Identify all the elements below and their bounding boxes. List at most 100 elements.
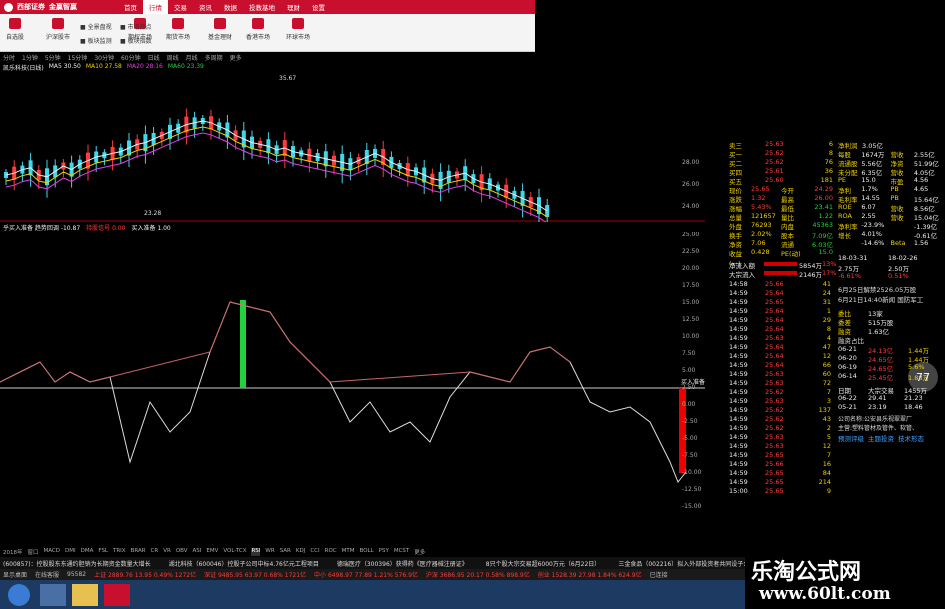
ob-label: 买五 [729, 178, 742, 186]
ind-tick: 0.00 [682, 401, 696, 408]
period-6[interactable]: 日线 [148, 53, 160, 62]
news-item[interactable]: 德瑞医疗（300396）获得药《医疗器械注册证》 [337, 559, 468, 568]
ind-tab-16[interactable]: SAR [280, 548, 291, 556]
period-4[interactable]: 30分钟 [94, 53, 114, 62]
ind-tab-17[interactable]: KDJ [296, 548, 305, 556]
period-selector: 分时 1分钟 5分钟 15分钟 30分钟 60分钟 日线 周线 月线 多周期 更多 [0, 53, 535, 62]
ind-tab-4[interactable]: DMA [81, 548, 94, 556]
block-date: 05-21 [838, 403, 857, 411]
nav-tab-7[interactable]: 设置 [306, 0, 331, 14]
nav-tab-5[interactable]: 投教基地 [243, 0, 281, 14]
ind-tick: 25.00 [682, 232, 699, 238]
period-8[interactable]: 月线 [186, 53, 198, 62]
ind-tab-18[interactable]: CCI [310, 548, 319, 556]
quote-stat-row: 收益(一) 0.428 PE(动) 15.0 [729, 248, 834, 268]
nav-tab-4[interactable]: 数据 [218, 0, 243, 14]
ind-tab-5[interactable]: FSL [98, 548, 108, 556]
period-1[interactable]: 1分钟 [22, 53, 38, 62]
toolbar-item-7[interactable]: 环球市场 [286, 18, 310, 50]
fin-row: 净利率 -23.9% -1.39亿 [838, 221, 943, 231]
ind-tab-1[interactable]: 窗口 [28, 548, 39, 556]
high-label: 35.67 [279, 75, 296, 82]
nav-tab-0[interactable]: 首页 [118, 0, 143, 14]
fin-cell: -0.61亿 [913, 232, 938, 240]
period-2[interactable]: 5分钟 [45, 53, 61, 62]
ind-tab-3[interactable]: DMI [65, 548, 76, 556]
toolbar-sub-2[interactable]: ■ 板块监测 [80, 36, 112, 45]
tick-row: 14:59 25.64 1 [729, 307, 834, 316]
ind-tab-15[interactable]: WR [265, 548, 274, 556]
period-9[interactable]: 多周期 [205, 53, 223, 62]
ind-tab-24[interactable]: 更多 [414, 548, 425, 556]
folder-icon[interactable] [72, 584, 98, 606]
nav-tab-2[interactable]: 交易 [168, 0, 193, 14]
ind-tab-12[interactable]: EMV [206, 548, 218, 556]
toolbar-item-5[interactable]: 基金理财 [208, 18, 232, 50]
margin-row: 06-20 24.65亿 1.44万 [838, 354, 943, 364]
tick-price: 25.62 [765, 415, 784, 423]
fin-news[interactable]: 6月25日解禁2526.05万股 [838, 284, 943, 294]
ind-tab-10[interactable]: OBV [176, 548, 188, 556]
period-3[interactable]: 15分钟 [68, 53, 88, 62]
toolbar-item-4[interactable]: 期货市场 [166, 18, 190, 50]
fin-news[interactable]: 6月21日14:40新闻 国防军工 [838, 294, 943, 304]
toolbar-item-0[interactable]: 自选股 [6, 18, 24, 50]
ind-tab-13[interactable]: VOL-TCX [223, 548, 246, 556]
tick-time: 14:59 [729, 460, 748, 468]
toolbar-sub-3[interactable]: ■ 板块指数 [120, 36, 152, 45]
toolbar-icon [52, 18, 64, 29]
ind-tab-20[interactable]: MTM [342, 548, 355, 556]
profile-tab-2[interactable]: 技术形态 [898, 433, 924, 443]
ind-tab-21[interactable]: BOLL [360, 548, 374, 556]
indicator-chart[interactable]: 买入准备 25.0022.5020.0017.5015.0012.5010.00… [0, 232, 705, 532]
toolbar-sub-0[interactable]: ■ 全景盘视 [80, 22, 112, 31]
ind-tab-23[interactable]: MCST [394, 548, 409, 556]
period-7[interactable]: 周线 [167, 53, 179, 62]
kv-label: 融资 [838, 328, 851, 336]
ind-tab-0[interactable]: 2018年 [3, 548, 23, 556]
profile-tab-0[interactable]: 预测评级 [838, 433, 864, 443]
status-item-2[interactable]: 95582 [67, 571, 86, 578]
ob-label: 卖三 [729, 142, 742, 150]
ind-tab-22[interactable]: PSY [379, 548, 389, 556]
ind-tab-6[interactable]: TRIX [113, 548, 126, 556]
news-item[interactable]: (600857)：控股股东东通约胆销为长期资金数量大增长 [3, 559, 151, 568]
ind-tab-7[interactable]: BRAR [131, 548, 146, 556]
tick-row: 14:59 25.63 60 [729, 370, 834, 379]
tick-price: 25.63 [765, 433, 784, 441]
price-tick: 28.00 [682, 159, 699, 166]
ind-tab-2[interactable]: MACD [44, 548, 61, 556]
status-item-1[interactable]: 在线客服 [35, 570, 59, 579]
period-5[interactable]: 60分钟 [121, 53, 141, 62]
tick-vol: 41 [822, 280, 831, 288]
start-icon[interactable] [8, 584, 30, 606]
nav-tab-3[interactable]: 资讯 [193, 0, 218, 14]
toolbar-item-1[interactable]: 沪深股市 [46, 18, 70, 50]
ind-tab-14[interactable]: RSI [251, 548, 261, 556]
candlestick-chart[interactable]: 35.67 23.28 28.00 26.00 24.00 [0, 72, 705, 222]
ind-tab-11[interactable]: ASI [193, 548, 202, 556]
stat-label: 今开 [781, 187, 794, 195]
nav-tab-6[interactable]: 理财 [281, 0, 306, 14]
ind-tab-9[interactable]: VR [163, 548, 171, 556]
profile-tab-1[interactable]: 主题投资 [868, 433, 894, 443]
toolbar-sub-1[interactable]: ■ 市场热点 [120, 22, 152, 31]
status-item-7: 创业 1528.39 27.98 1.84% 624.9亿 [537, 572, 642, 579]
nav-tab-1[interactable]: 行情 [143, 0, 168, 14]
logo-icon [4, 2, 13, 12]
period-0[interactable]: 分时 [3, 53, 15, 62]
tick-vol: 72 [822, 379, 831, 387]
period-10[interactable]: 更多 [230, 53, 242, 62]
tick-vol: 137 [818, 406, 831, 414]
ind-tab-8[interactable]: CR [151, 548, 159, 556]
app-icon[interactable] [104, 584, 130, 606]
ind-tab-19[interactable]: ROC [325, 548, 337, 556]
news-item[interactable]: 8只个股大宗交易超6000万元（6月22日） [486, 559, 601, 568]
toolbar-item-6[interactable]: 香港市场 [246, 18, 270, 50]
ie-icon[interactable] [40, 584, 66, 606]
fin-cell: -23.9% [861, 221, 885, 229]
status-item-0[interactable]: 显示桌面 [3, 570, 27, 579]
news-item[interactable]: 湖北科技（600046）控股子公司中标4.76亿元工程项目 [169, 559, 319, 568]
stat-value: 25.65 [751, 185, 770, 193]
tick-price: 25.63 [765, 397, 784, 405]
